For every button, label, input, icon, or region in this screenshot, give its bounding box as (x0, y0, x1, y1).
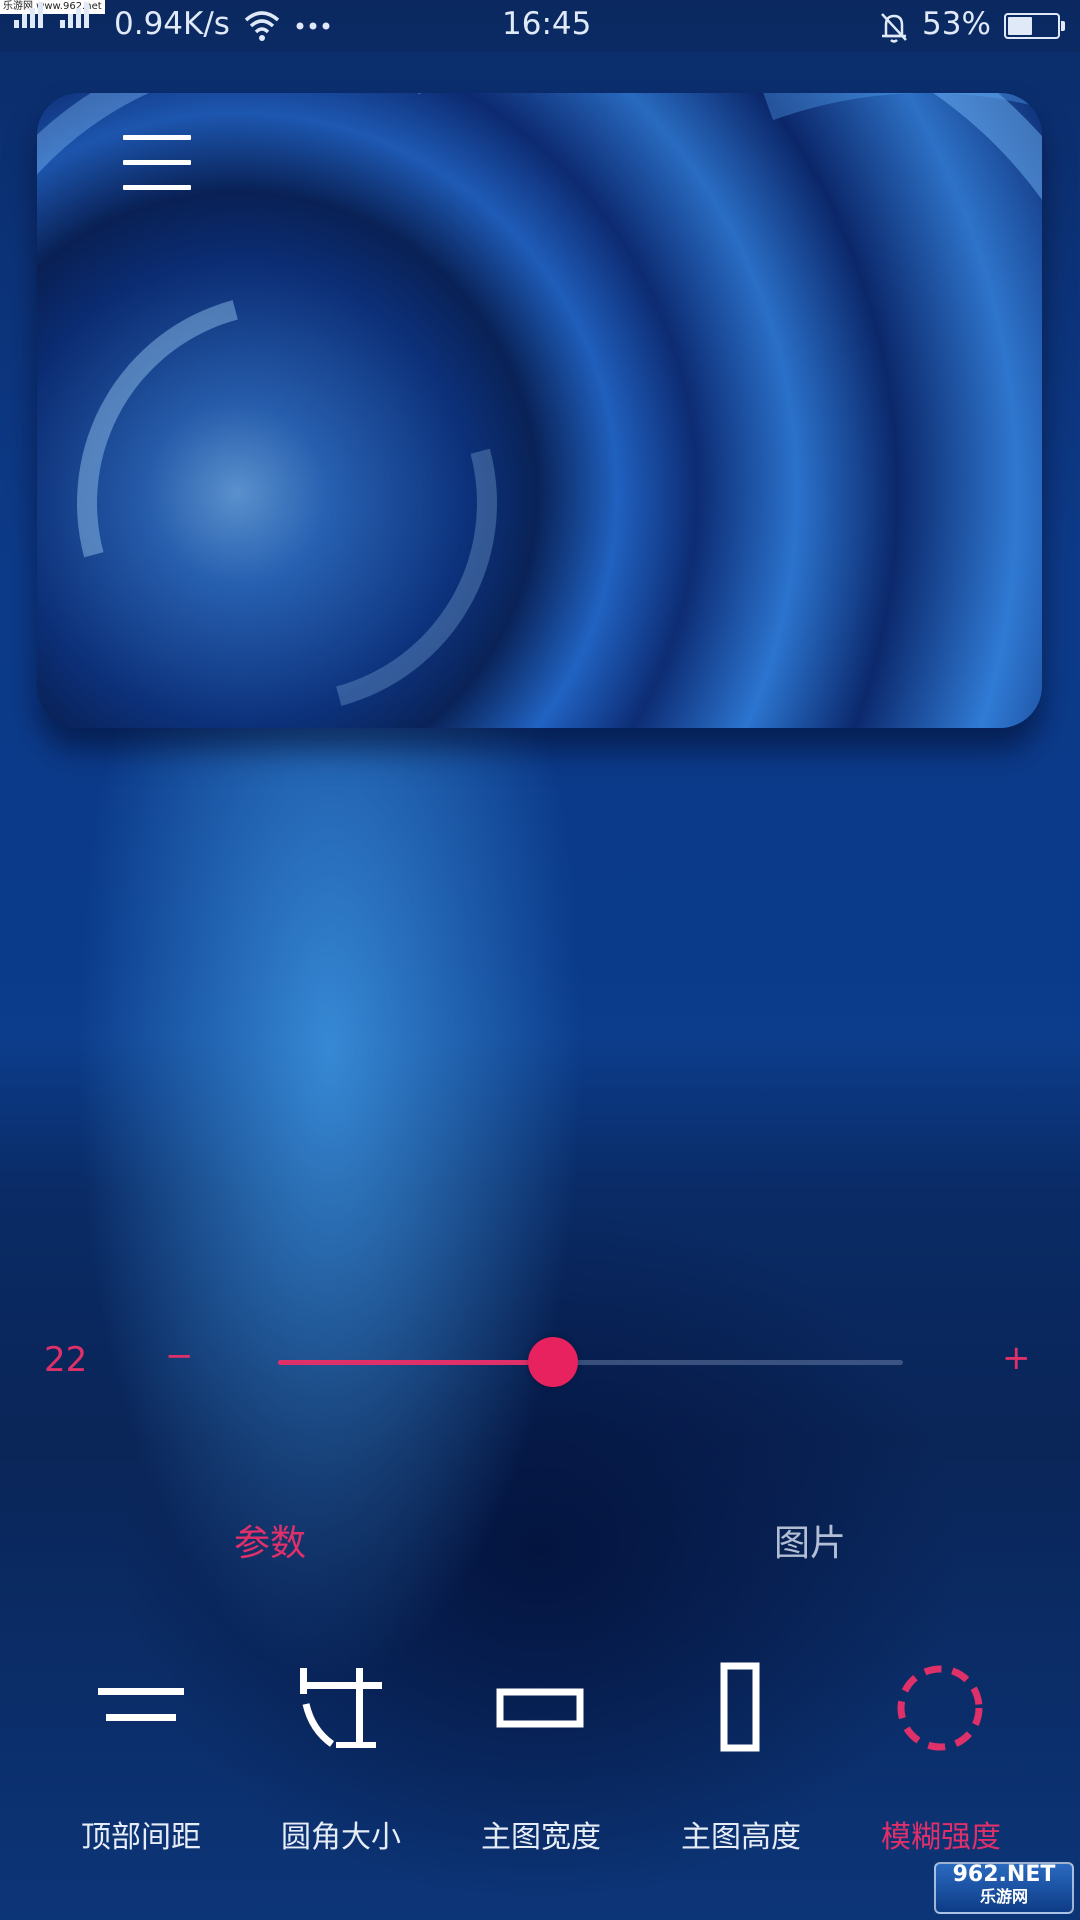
battery-icon (1004, 13, 1065, 39)
decrease-button[interactable]: − (165, 1336, 194, 1376)
bell-muted-icon (881, 13, 907, 43)
status-bar: 乐游网 www.962.net 0.94K/s 16:45 53% (0, 0, 1080, 52)
battery-percent: 53% (922, 6, 991, 42)
top-spacing-icon (98, 1688, 184, 1721)
slider-value: 22 (44, 1340, 88, 1380)
slider-fill (278, 1360, 553, 1365)
tab-image[interactable]: 图片 (710, 1514, 910, 1566)
signal-icon (14, 2, 44, 40)
image-width-icon (496, 1688, 584, 1728)
signal-icon-2 (60, 2, 104, 40)
watermark-bottom: 乐游网 (979, 1887, 1028, 1906)
blur-strength-icon (897, 1665, 983, 1751)
watermark-logo: 962.NET 乐游网 (934, 1862, 1074, 1914)
image-height-icon (720, 1662, 760, 1752)
tool-label-image-width: 主图宽度 (481, 1820, 601, 1855)
tab-params[interactable]: 参数 (170, 1514, 370, 1566)
preview-card (37, 93, 1042, 728)
network-speed: 0.94K/s (114, 6, 230, 42)
more-dots-icon (296, 22, 330, 30)
blur-strength-button[interactable] (886, 1660, 996, 1760)
tool-label-top-spacing: 顶部间距 (81, 1820, 201, 1855)
blur-slider[interactable] (278, 1337, 903, 1387)
tool-label-image-height: 主图高度 (681, 1820, 801, 1855)
watermark-top: 962.NET (952, 1862, 1056, 1887)
top-spacing-button[interactable] (86, 1660, 196, 1760)
image-height-button[interactable] (686, 1660, 796, 1760)
wifi-icon (244, 11, 280, 41)
slider-thumb[interactable] (528, 1337, 578, 1387)
corner-radius-button[interactable] (286, 1660, 396, 1760)
tool-label-corner-radius: 圆角大小 (281, 1820, 401, 1855)
corner-radius-icon (300, 1668, 382, 1748)
menu-button[interactable] (37, 93, 237, 223)
tool-label-blur-strength: 模糊强度 (881, 1820, 1001, 1855)
clock: 16:45 (502, 6, 592, 42)
increase-button[interactable]: + (1002, 1338, 1031, 1378)
image-width-button[interactable] (486, 1660, 596, 1760)
